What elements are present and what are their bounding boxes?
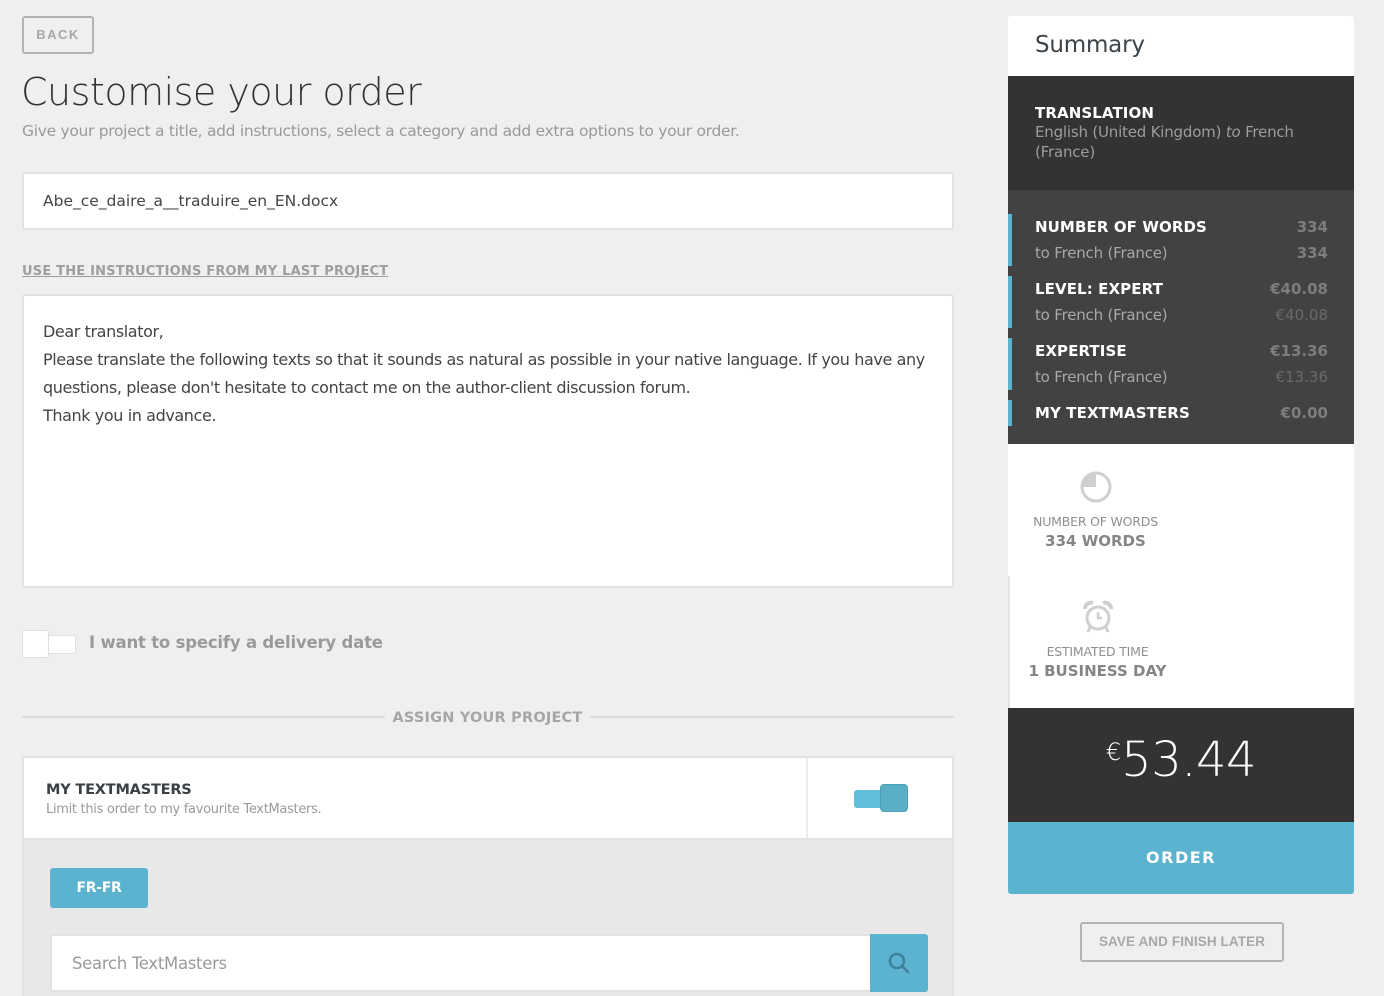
line-sub-label: to French (France) [1035,306,1168,324]
accent-bar [1008,338,1012,390]
delivery-date-toggle[interactable] [22,630,76,658]
search-textmasters-input[interactable] [50,934,870,992]
line-value: €0.00 [1280,404,1328,422]
textmasters-search [50,934,928,992]
divider-right [590,716,954,718]
page-subtitle: Give your project a title, add instructi… [22,122,740,140]
accent-bar [1008,276,1012,328]
my-textmasters-panel: MY TEXTMASTERS Limit this order to my fa… [22,756,954,996]
total-currency: € [1105,738,1122,766]
line-value: 334 [1296,218,1328,236]
line-sub-value: €13.36 [1275,368,1329,386]
stat-word-count: NUMBER OF WORDS 334 WORDS [1008,470,1183,550]
save-and-finish-later-button[interactable]: SAVE AND FINISH LATER [1080,922,1284,962]
line-label: LEVEL: EXPERT [1035,280,1163,298]
stat-label: ESTIMATED TIME [1046,644,1149,659]
my-textmasters-title: MY TEXTMASTERS [46,782,192,798]
stat-value: 334 WORDS [1045,532,1146,550]
translation-languages: English (United Kingdom) to French (Fran… [1035,122,1327,162]
summary-title: Summary [1008,16,1354,76]
summary-translation: TRANSLATION English (United Kingdom) to … [1008,76,1354,190]
stat-label: NUMBER OF WORDS [1033,514,1158,529]
back-button[interactable]: BACK [22,16,94,54]
line-label: NUMBER OF WORDS [1035,218,1207,236]
toggle-track [46,635,76,654]
search-button[interactable] [870,934,928,992]
line-sub-label: to French (France) [1035,244,1168,262]
toggle-knob [880,784,908,812]
line-label: MY TEXTMASTERS [1035,404,1190,422]
use-last-instructions-link[interactable]: USE THE INSTRUCTIONS FROM MY LAST PROJEC… [22,264,388,279]
stat-estimated-time: ESTIMATED TIME 1 BUSINESS DAY [1010,600,1185,680]
my-textmasters-toggle[interactable] [854,784,910,813]
alarm-clock-icon [1082,600,1113,633]
line-item-level: LEVEL: EXPERT €40.08 to French (France) €4… [1008,276,1354,328]
summary-line-items: NUMBER OF WORDS 334 to French (France) 334… [1008,190,1354,444]
line-label: EXPERTISE [1035,342,1127,360]
language-connector: to [1225,123,1241,141]
divider-left [22,716,385,718]
pie-chart-icon [1080,471,1111,503]
toggle-knob [22,630,49,658]
accent-bar [1008,214,1012,266]
stat-value: 1 BUSINESS DAY [1028,662,1167,680]
my-textmasters-toggle-cell [806,758,952,838]
line-sub-label: to French (France) [1035,368,1168,386]
instructions-textarea[interactable]: Dear translator, Please translate the fo… [22,294,954,588]
order-total: €53.44 [1008,708,1354,822]
line-sub-value: 334 [1296,244,1328,262]
my-textmasters-description: Limit this order to my favourite TextMas… [46,802,322,817]
assign-section-title: ASSIGN YOUR PROJECT [392,710,583,726]
line-item-my-textmasters: MY TEXTMASTERS €0.00 [1008,400,1354,426]
order-summary: Summary TRANSLATION English (United King… [1008,16,1354,894]
total-amount: 53.44 [1121,732,1257,788]
delivery-date-label: I want to specify a delivery date [89,633,383,652]
source-language: English (United Kingdom) [1035,123,1222,141]
line-value: €13.36 [1270,342,1328,360]
language-tag-fr-fr[interactable]: FR-FR [50,868,148,908]
project-title-input[interactable] [22,172,954,230]
search-icon [888,952,910,974]
translation-title: TRANSLATION [1035,104,1154,122]
line-value: €40.08 [1270,280,1328,298]
line-item-expertise: EXPERTISE €13.36 to French (France) €13.36 [1008,338,1354,390]
line-item-words: NUMBER OF WORDS 334 to French (France) 334 [1008,214,1354,266]
accent-bar [1008,400,1012,426]
line-sub-value: €40.08 [1275,306,1329,324]
order-button[interactable]: ORDER [1008,822,1354,894]
summary-stats: NUMBER OF WORDS 334 WORDS ESTIMATED TIME… [1008,444,1354,708]
page-title: Customise your order [21,70,422,114]
my-textmasters-header: MY TEXTMASTERS Limit this order to my fa… [24,758,952,840]
